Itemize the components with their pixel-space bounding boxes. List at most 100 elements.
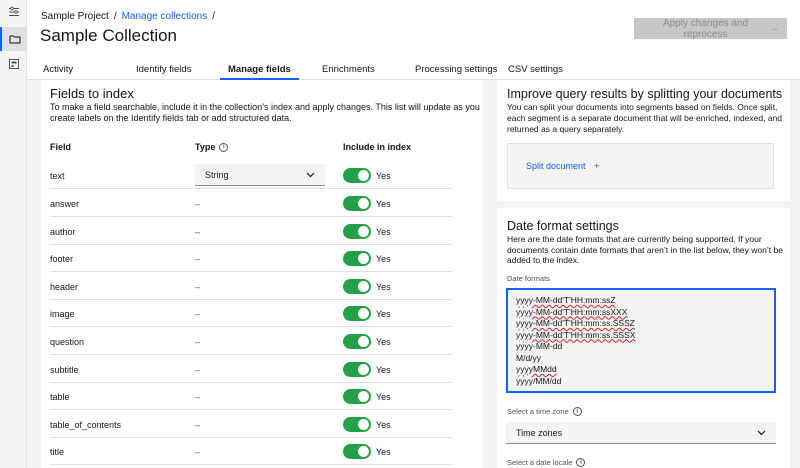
split-panel-description: You can split your documents into segmen…: [507, 102, 783, 134]
field-type-value: String: [205, 169, 229, 180]
field-type: –: [195, 420, 201, 430]
column-header-field: Field: [50, 142, 71, 152]
split-panel-title: Improve query results by splitting your …: [507, 87, 783, 101]
breadcrumb-separator: /: [212, 11, 215, 22]
list-settings-icon: [8, 6, 19, 16]
include-toggle[interactable]: [343, 196, 371, 211]
field-type-select[interactable]: String: [195, 164, 325, 186]
include-toggle[interactable]: [343, 279, 371, 294]
column-header-field-label: Field: [50, 142, 72, 152]
timezone-select[interactable]: Time zones: [506, 422, 776, 444]
table-row: subtitle – Yes: [50, 355, 452, 383]
rail-item-collections[interactable]: [0, 27, 27, 51]
field-type: –: [195, 254, 201, 264]
field-name: footer: [50, 254, 74, 264]
add-icon: +: [594, 161, 600, 171]
date-format-line: yyyy-MM-dd: [516, 341, 563, 351]
field-type: –: [195, 282, 201, 292]
field-name: image: [50, 309, 75, 319]
field-type: –: [195, 392, 201, 402]
table-row: image – Yes: [50, 299, 452, 327]
include-label: Yes: [376, 282, 391, 292]
split-document-label: Split document: [526, 161, 586, 171]
tab-processing-settings[interactable]: Processing settings: [415, 64, 497, 80]
fields-panel-title: Fields to index: [50, 86, 134, 101]
field-type: –: [195, 199, 201, 209]
tab-csv-settings[interactable]: CSV settings: [508, 64, 563, 80]
date-format-line: yyyy/MM/dd: [516, 375, 562, 386]
include-toggle[interactable]: [343, 224, 371, 239]
arrow-right-icon: →: [769, 23, 779, 34]
tab-enrichments[interactable]: Enrichments: [322, 64, 375, 80]
date-format-line: yyyyMMdd: [516, 364, 557, 374]
fields-panel-description: To make a field searchable, include it i…: [50, 102, 480, 123]
tab-identify-fields[interactable]: Identify fields: [136, 64, 191, 80]
breadcrumb-manage-collections-link[interactable]: Manage collections: [122, 11, 208, 22]
fields-panel: Fields to index To make a field searchab…: [41, 80, 483, 468]
apply-changes-label: Apply changes and reprocess: [662, 17, 749, 40]
include-toggle[interactable]: [343, 251, 371, 266]
date-formats-textarea[interactable]: yyyy-MM-dd'T'HH:mm:ssZ yyyy-MM-dd'T'HH:m…: [506, 288, 776, 393]
field-name: text: [50, 171, 65, 181]
rail-item-improve[interactable]: [0, 52, 27, 76]
tab-manage-fields[interactable]: Manage fields: [220, 64, 299, 80]
table-row: author – Yes: [50, 217, 452, 245]
include-label: Yes: [376, 392, 391, 402]
include-label: Yes: [376, 171, 391, 181]
include-toggle[interactable]: [343, 444, 371, 459]
rail-item-overview[interactable]: [0, 0, 27, 24]
info-icon[interactable]: i: [572, 407, 582, 416]
field-name: author: [50, 227, 76, 237]
apply-changes-button[interactable]: Apply changes and reprocess →: [634, 17, 787, 40]
breadcrumb-project: Sample Project: [41, 11, 109, 22]
split-document-button[interactable]: Split document +: [526, 161, 599, 171]
folder-icon: [9, 35, 20, 44]
field-type: –: [195, 309, 201, 319]
table-row: table – Yes: [50, 382, 452, 410]
field-name: table_of_contents: [50, 420, 122, 430]
include-label: Yes: [376, 365, 391, 375]
left-rail: [0, 0, 27, 468]
date-format-line: M/d/yy: [516, 352, 542, 363]
tab-activity[interactable]: Activity: [43, 64, 73, 80]
field-name: question: [50, 337, 85, 347]
include-toggle[interactable]: [343, 168, 371, 183]
split-panel: Improve query results by splitting your …: [497, 80, 790, 201]
chevron-down-icon: [306, 172, 315, 177]
date-format-line: yyyy-MM-dd'T'HH:mm:ss.SSSZ: [516, 318, 635, 328]
date-locale-label: Select a date locale i: [507, 458, 586, 467]
info-icon[interactable]: i: [576, 458, 586, 467]
include-label: Yes: [376, 447, 391, 457]
date-format-line: yyyy-MM-dd'T'HH:mm:ss.SSSX: [516, 329, 636, 340]
date-format-line: yyyy-MM-dd'T'HH:mm:ssXXX: [516, 306, 628, 317]
table-row: header – Yes: [50, 272, 452, 300]
date-format-panel: Date format settings Here are the date f…: [497, 208, 790, 468]
include-label: Yes: [376, 309, 391, 319]
table-row: text String Yes: [50, 161, 452, 189]
table-row: table_of_contents – Yes: [50, 410, 452, 438]
include-toggle[interactable]: [343, 389, 371, 404]
table-row: footer – Yes: [50, 244, 452, 272]
date-panel-title: Date format settings: [507, 219, 619, 233]
include-label: Yes: [376, 199, 391, 209]
field-type: –: [195, 337, 201, 347]
table-row: title – Yes: [50, 437, 452, 465]
field-type: –: [195, 365, 201, 375]
field-name: subtitle: [50, 365, 79, 375]
split-document-area: Split document +: [507, 143, 774, 189]
include-label: Yes: [376, 337, 391, 347]
field-name: title: [50, 447, 65, 457]
table-row: question – Yes: [50, 327, 452, 355]
document-tools-icon: [8, 59, 19, 69]
include-toggle[interactable]: [343, 417, 371, 432]
breadcrumb-separator: /: [113, 11, 117, 22]
info-icon[interactable]: i: [219, 142, 229, 152]
include-label: Yes: [376, 227, 391, 237]
column-header-include: Include in index: [343, 142, 411, 152]
include-toggle[interactable]: [343, 334, 371, 349]
include-toggle[interactable]: [343, 306, 371, 321]
field-type: –: [195, 447, 201, 457]
field-type: –: [195, 227, 201, 237]
timezone-value: Time zones: [516, 427, 563, 438]
include-toggle[interactable]: [343, 362, 371, 377]
